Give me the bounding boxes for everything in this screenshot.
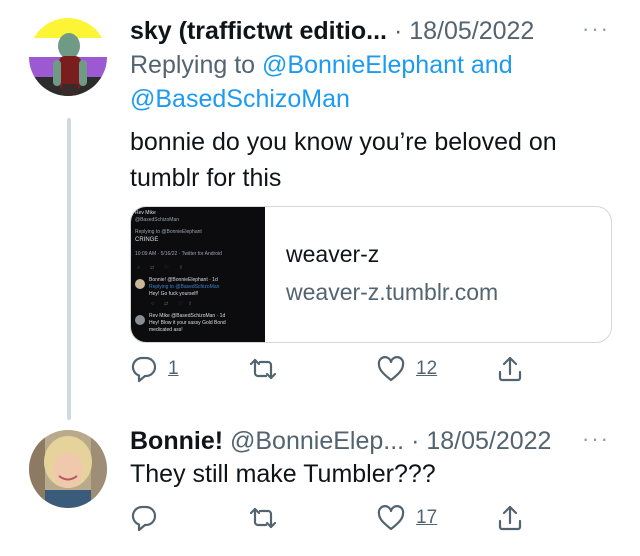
- card-title[interactable]: weaver-z: [286, 241, 379, 268]
- share-button[interactable]: [496, 355, 524, 383]
- tweet-actions: 17: [130, 504, 550, 544]
- tweet-text-line: tumblr for this: [130, 164, 282, 192]
- like-icon: [377, 505, 405, 531]
- tweet[interactable]: Bonnie! @BonnieElep... · 18/05/2022 ··· …: [0, 420, 640, 556]
- thumb-text: Rev Mike @BasedSchizoMan · 1d: [149, 313, 226, 319]
- tweet-text: bonnie do you know you’re beloved on tum…: [130, 124, 557, 196]
- avatar[interactable]: [29, 18, 107, 96]
- retweet-button[interactable]: [248, 355, 288, 383]
- tweet-text: They still make Tumbler???: [130, 456, 436, 492]
- retweet-button[interactable]: [248, 504, 288, 532]
- like-icon: [377, 356, 405, 382]
- share-icon: [498, 505, 522, 531]
- like-button[interactable]: 17: [376, 504, 437, 532]
- tweet[interactable]: sky (traffictwt editio... · 18/05/2022 ·…: [0, 0, 640, 420]
- avatar[interactable]: [29, 430, 107, 508]
- thumb-text: @BasedSchizoMan: [135, 217, 179, 223]
- reply-icon: [131, 505, 157, 532]
- thumb-action-icons: ○ ⇄ ♡ ⇪: [137, 265, 183, 271]
- reply-button[interactable]: [130, 504, 168, 532]
- card-url[interactable]: weaver-z.tumblr.com: [286, 279, 498, 306]
- tweet-header: sky (traffictwt editio... · 18/05/2022: [130, 16, 534, 46]
- tweet-text-line: They still make Tumbler???: [130, 460, 436, 488]
- display-name[interactable]: Bonnie!: [130, 427, 223, 455]
- tweet-header: Bonnie! @BonnieElep... · 18/05/2022: [130, 426, 551, 456]
- card-thumbnail: Rev Mike @BasedSchizoMan Replying to @Bo…: [131, 207, 265, 342]
- share-icon: [498, 356, 522, 382]
- thumb-text: Rev Mike: [135, 210, 156, 216]
- thumb-text: Replying to @BasedSchizoMan: [149, 284, 220, 290]
- thumb-action-icons: ○ ⇄ ♡ ⇪: [151, 301, 192, 307]
- like-count[interactable]: 17: [416, 507, 437, 529]
- link-card[interactable]: Rev Mike @BasedSchizoMan Replying to @Bo…: [130, 206, 612, 343]
- retweet-icon: [249, 358, 277, 380]
- thumb-text: Replying to @BonnieElephant: [135, 229, 202, 235]
- reply-button[interactable]: 1: [130, 355, 179, 383]
- retweet-icon: [249, 507, 277, 529]
- like-button[interactable]: 12: [376, 355, 437, 383]
- thumb-text: CRINGE: [135, 237, 159, 243]
- handle[interactable]: @BonnieElep...: [230, 427, 404, 455]
- tweet-text-line: bonnie do you know you’re beloved on: [130, 128, 557, 156]
- thumb-text: medicated ass!: [149, 327, 183, 333]
- separator: ·: [411, 427, 420, 455]
- more-icon[interactable]: ···: [582, 426, 610, 452]
- display-name[interactable]: sky (traffictwt editio...: [130, 17, 387, 45]
- mention-link[interactable]: @BonnieElephant: [262, 51, 464, 79]
- thumb-text: Hey! Go fuck yourself!: [149, 291, 199, 297]
- timestamp[interactable]: 18/05/2022: [426, 427, 551, 455]
- thumb-text: Hey! Blow it your sassy Gold Bond: [149, 320, 226, 326]
- tweet-actions: 1 12: [130, 355, 550, 395]
- reply-count[interactable]: 1: [168, 358, 179, 380]
- reply-icon: [131, 356, 157, 383]
- timestamp[interactable]: 18/05/2022: [409, 17, 534, 45]
- replying-to-prefix: Replying to: [130, 51, 256, 79]
- replying-to: Replying to @BonnieElephant and @BasedSc…: [130, 48, 513, 116]
- mention-link[interactable]: @BasedSchizoMan: [130, 85, 350, 113]
- share-button[interactable]: [496, 504, 524, 532]
- thumb-avatar: [135, 315, 145, 325]
- thumb-text: 10:09 AM · 5/16/22 · Twitter for Android: [135, 251, 222, 257]
- separator: ·: [393, 17, 403, 45]
- like-count[interactable]: 12: [416, 358, 437, 380]
- thumb-avatar: [135, 279, 145, 289]
- thumb-text: Bonnie! @BonnieElephant · 1d: [149, 277, 218, 283]
- replying-to-and[interactable]: and: [471, 51, 513, 79]
- more-icon[interactable]: ···: [582, 16, 610, 42]
